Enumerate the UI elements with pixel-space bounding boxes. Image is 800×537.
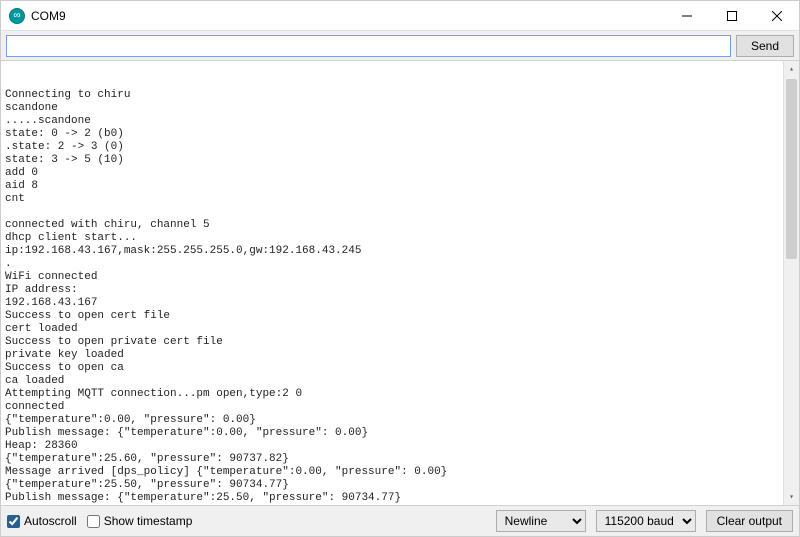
line-ending-select[interactable]: Newline [496,510,586,532]
timestamp-checkbox[interactable]: Show timestamp [87,514,193,528]
window-title: COM9 [31,9,664,23]
autoscroll-label: Autoscroll [24,514,77,528]
baud-rate-select[interactable]: 115200 baud [596,510,696,532]
autoscroll-input[interactable] [7,515,20,528]
minimize-button[interactable] [664,1,709,30]
send-button[interactable]: Send [736,35,794,57]
window-controls [664,1,799,30]
send-input[interactable] [6,35,731,57]
scroll-up-icon[interactable]: ▴ [784,61,799,77]
maximize-button[interactable] [709,1,754,30]
scroll-down-icon[interactable]: ▾ [784,489,799,505]
autoscroll-checkbox[interactable]: Autoscroll [7,514,77,528]
vertical-scrollbar[interactable]: ▴ ▾ [783,61,799,505]
timestamp-input[interactable] [87,515,100,528]
clear-output-button[interactable]: Clear output [706,510,793,532]
log-text: Connecting to chiru scandone .....scando… [5,89,795,506]
arduino-icon: ∞ [9,8,25,24]
timestamp-label: Show timestamp [104,514,193,528]
footer: Autoscroll Show timestamp Newline 115200… [1,506,799,536]
scroll-thumb[interactable] [786,79,797,259]
close-button[interactable] [754,1,799,30]
serial-output[interactable]: Connecting to chiru scandone .....scando… [1,61,799,506]
send-toolbar: Send [1,31,799,61]
titlebar: ∞ COM9 [1,1,799,31]
